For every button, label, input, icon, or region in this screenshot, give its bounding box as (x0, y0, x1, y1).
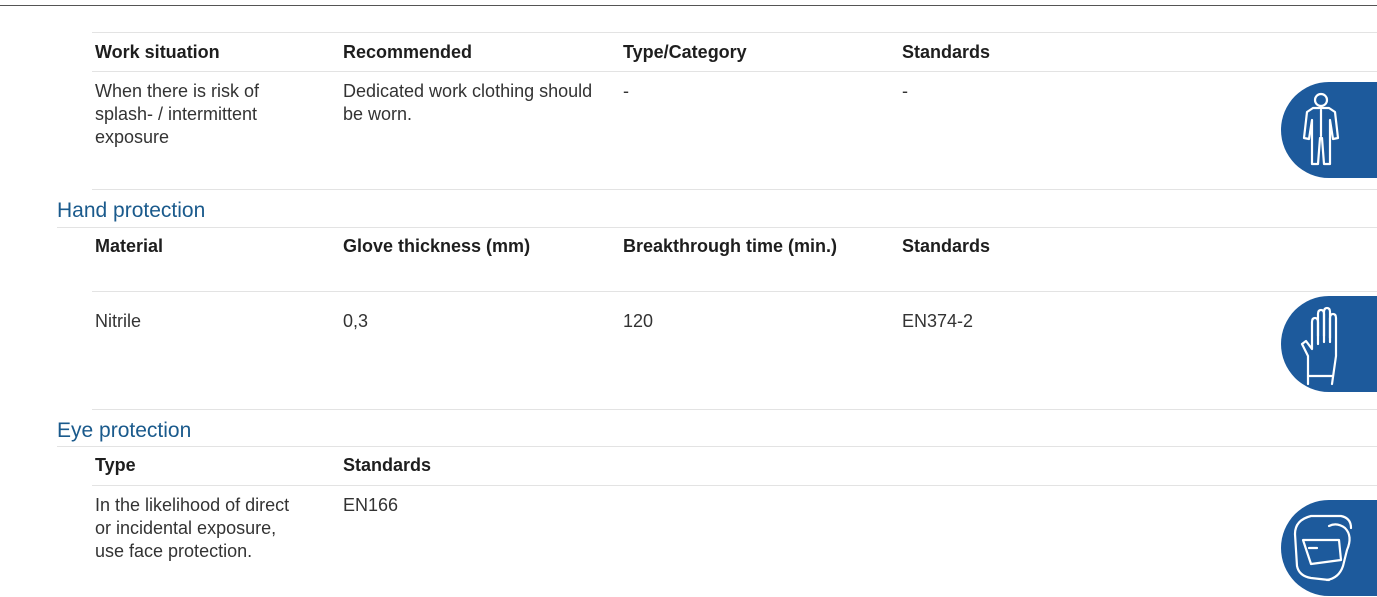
cell-recommended: Dedicated work clothing should be worn. (343, 81, 593, 124)
protective-suit-icon (1281, 82, 1377, 178)
cell-breakthrough-time: 120 (623, 311, 654, 331)
cell-material: Nitrile (95, 311, 142, 331)
eye-title-rule (57, 446, 1377, 447)
cell-standards: EN166 (343, 495, 399, 515)
header-rule (92, 291, 1377, 292)
cell-standards: - (902, 81, 908, 101)
column-header-standards: Standards (902, 236, 991, 256)
cell-type: In the likelihood of direct or incidenta… (95, 495, 290, 561)
column-header-breakthrough-time: Breakthrough time (min.) (623, 236, 838, 256)
column-header-work-situation: Work situation (95, 42, 220, 62)
cell-type-category: - (623, 81, 629, 101)
cell-standards: EN374-2 (902, 311, 974, 331)
table-bottom-rule (92, 409, 1377, 410)
column-header-material: Material (95, 236, 164, 256)
column-header-type-category: Type/Category (623, 42, 747, 62)
column-header-standards: Standards (902, 42, 991, 62)
cell-glove-thickness: 0,3 (343, 311, 369, 331)
column-header-type: Type (95, 455, 136, 475)
face-shield-icon (1281, 500, 1377, 596)
table-bottom-rule (92, 189, 1377, 190)
header-rule (92, 71, 1377, 72)
hand-title-rule (57, 227, 1377, 228)
table-top-rule (92, 32, 1377, 33)
top-divider (0, 5, 1377, 6)
hand-protection-title: Hand protection (57, 199, 206, 222)
column-header-recommended: Recommended (343, 42, 473, 62)
cell-work-situation: When there is risk of splash- / intermit… (95, 81, 260, 147)
column-header-glove-thickness: Glove thickness (mm) (343, 236, 531, 256)
header-rule (92, 485, 1377, 486)
eye-protection-title: Eye protection (57, 419, 192, 442)
protective-glove-icon (1281, 296, 1377, 392)
column-header-standards: Standards (343, 455, 432, 475)
